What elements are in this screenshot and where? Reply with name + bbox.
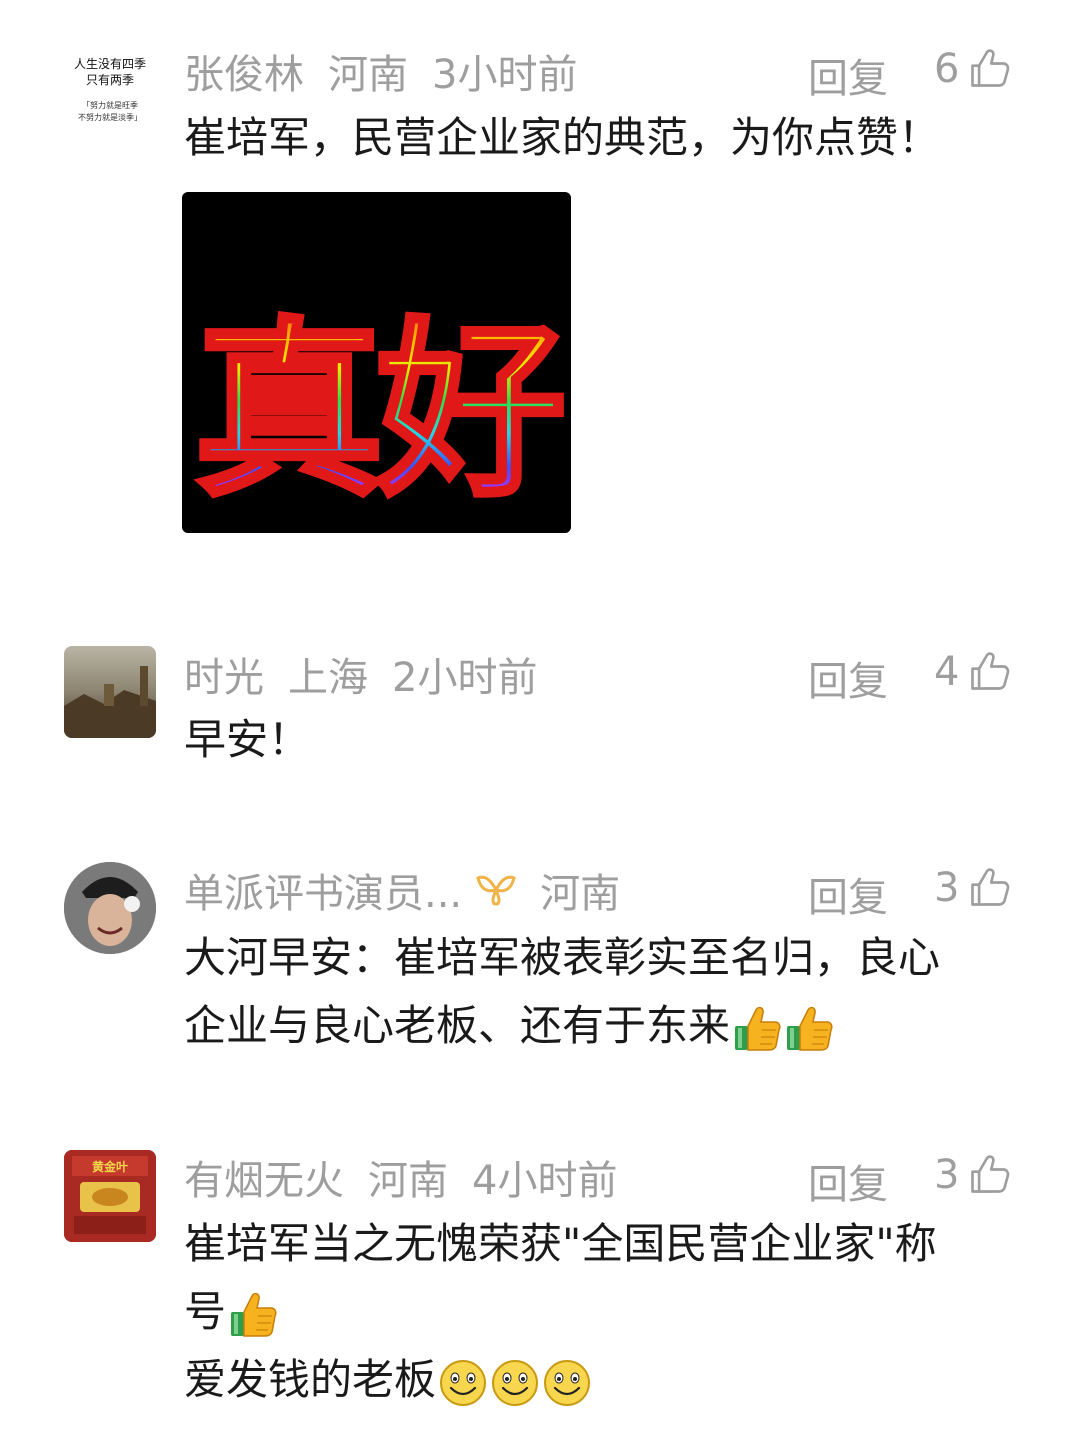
avatar[interactable] xyxy=(64,862,156,954)
comment-text-line: 爱发钱的老板 xyxy=(184,1346,1024,1414)
like-button[interactable]: 3 xyxy=(934,865,1011,911)
avatar[interactable]: 人生没有四季 只有两季 「努力就是旺季 不努力就是淡季」 xyxy=(64,48,156,140)
like-button[interactable]: 6 xyxy=(934,46,1011,92)
comment-text-line: 号 xyxy=(184,1278,1024,1346)
comment-text: 大河早安：崔培军被表彰实至名归，良心 企业与良心老板、还有于东来 xyxy=(184,924,1024,1060)
sticker-text: 真好 xyxy=(194,301,562,522)
reply-button[interactable]: 回复 xyxy=(808,649,888,707)
username[interactable]: 张俊林 xyxy=(184,42,304,100)
avatar-text-line: 不努力就是淡季」 xyxy=(78,112,142,122)
username[interactable]: 时光 xyxy=(184,645,264,703)
reply-button[interactable]: 回复 xyxy=(808,1152,888,1210)
avatar[interactable]: 黄金叶 xyxy=(64,1150,156,1242)
avatar-text-line: 「努力就是旺季 xyxy=(82,100,138,110)
username[interactable]: 有烟无火 xyxy=(184,1148,344,1206)
reply-button[interactable]: 回复 xyxy=(808,46,888,104)
like-count: 6 xyxy=(934,46,960,92)
smile-emoji xyxy=(490,1358,540,1408)
comment-meta: 张俊林 河南 3小时前 xyxy=(184,46,601,98)
timestamp: 4小时前 xyxy=(472,1158,618,1204)
comment-text-fragment: 爱发钱的老板 xyxy=(184,1355,437,1404)
thumbs-up-outline-icon xyxy=(967,650,1011,694)
like-button[interactable]: 4 xyxy=(934,649,1011,695)
svg-text:黄金叶: 黄金叶 xyxy=(92,1159,128,1174)
comment-text-line: 企业与良心老板、还有于东来 xyxy=(184,992,1024,1060)
comment-text-line: 崔培军当之无愧荣获"全国民营企业家"称 xyxy=(184,1219,937,1268)
reply-button[interactable]: 回复 xyxy=(808,865,888,923)
thumbs-up-outline-icon xyxy=(967,1153,1011,1197)
comment-meta: 有烟无火 河南 4小时前 xyxy=(184,1152,641,1204)
smile-emoji xyxy=(438,1358,488,1408)
thumbs-up-outline-icon xyxy=(967,866,1011,910)
avatar-text-line: 人生没有四季 xyxy=(74,56,146,71)
sticker-image[interactable]: 真好 xyxy=(182,192,571,533)
thumbs-up-emoji xyxy=(228,1290,278,1340)
username[interactable]: 单派评书演员... xyxy=(184,861,462,919)
thumbs-up-emoji xyxy=(732,1004,782,1054)
comment-text-fragment: 企业与良心老板、还有于东来 xyxy=(184,1001,731,1050)
location: 河南 xyxy=(540,871,621,917)
comment-text-fragment: 号 xyxy=(184,1287,227,1336)
smile-emoji xyxy=(542,1358,592,1408)
ribbon-badge-icon xyxy=(476,875,516,906)
comment-text: 崔培军当之无愧荣获"全国民营企业家"称 号 爱发钱的老板 xyxy=(184,1210,1024,1414)
thumbs-up-outline-icon xyxy=(967,47,1011,91)
comment-meta: 单派评书演员... 河南 xyxy=(184,865,644,917)
comment-text-line: 大河早安：崔培军被表彰实至名归，良心 xyxy=(184,933,941,982)
location: 河南 xyxy=(328,52,408,98)
timestamp: 2小时前 xyxy=(392,655,538,701)
timestamp: 3小时前 xyxy=(432,52,578,98)
like-count: 3 xyxy=(934,865,960,911)
thumbs-up-emoji xyxy=(784,1004,834,1054)
avatar[interactable] xyxy=(64,646,156,738)
location: 河南 xyxy=(368,1158,448,1204)
comment-meta: 时光 上海 2小时前 xyxy=(184,649,561,701)
location: 上海 xyxy=(288,655,368,701)
comment-text: 崔培军，民营企业家的典范，为你点赞！ xyxy=(184,113,941,162)
comment-text: 早安！ xyxy=(184,715,311,764)
like-count: 4 xyxy=(934,649,960,695)
avatar-text-line: 只有两季 xyxy=(86,73,134,87)
like-count: 3 xyxy=(934,1152,960,1198)
like-button[interactable]: 3 xyxy=(934,1152,1011,1198)
